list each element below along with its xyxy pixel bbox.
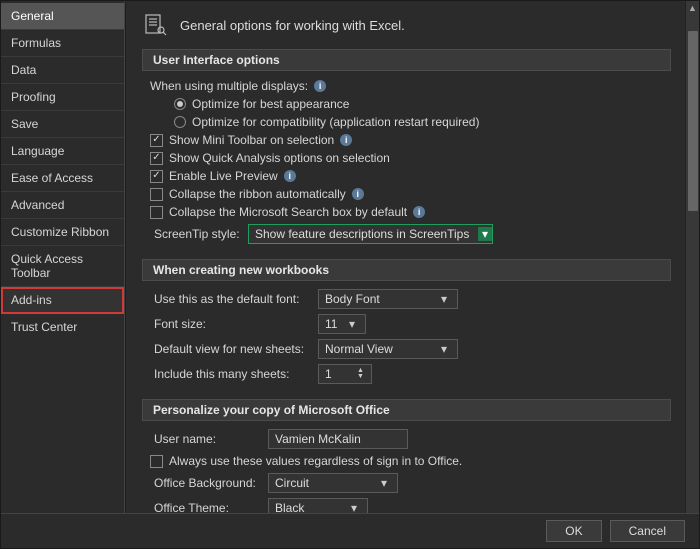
chevron-down-icon: ▾ xyxy=(347,501,361,513)
checkbox-live-preview[interactable] xyxy=(150,170,163,183)
info-icon[interactable] xyxy=(413,206,425,218)
cancel-button[interactable]: Cancel xyxy=(610,520,685,542)
sidebar-item-data[interactable]: Data xyxy=(1,57,124,84)
checkbox-collapse-search-label: Collapse the Microsoft Search box by def… xyxy=(169,205,407,219)
checkbox-quick-analysis-label: Show Quick Analysis options on selection xyxy=(169,151,390,165)
screentip-select[interactable]: Show feature descriptions in ScreenTips▾ xyxy=(248,224,493,244)
checkbox-collapse-search[interactable] xyxy=(150,206,163,219)
font-size-label: Font size: xyxy=(150,317,310,331)
sidebar-item-ease-of-access[interactable]: Ease of Access xyxy=(1,165,124,192)
sheet-count-label: Include this many sheets: xyxy=(150,367,310,381)
chevron-down-icon: ▾ xyxy=(437,342,451,356)
checkbox-live-preview-label: Enable Live Preview xyxy=(169,169,278,183)
sidebar-item-add-ins[interactable]: Add-ins xyxy=(1,287,124,314)
default-font-select[interactable]: Body Font▾ xyxy=(318,289,458,309)
info-icon[interactable] xyxy=(314,80,326,92)
content-pane: General options for working with Excel. … xyxy=(125,1,685,513)
content-scrollbar[interactable]: ▲ xyxy=(685,1,699,513)
ok-button[interactable]: OK xyxy=(546,520,601,542)
office-background-label: Office Background: xyxy=(150,476,260,490)
sidebar-item-customize-ribbon[interactable]: Customize Ribbon xyxy=(1,219,124,246)
sidebar-item-save[interactable]: Save xyxy=(1,111,124,138)
username-input[interactable]: Vamien McKalin xyxy=(268,429,408,449)
checkbox-collapse-ribbon[interactable] xyxy=(150,188,163,201)
radio-best-appearance[interactable] xyxy=(174,98,186,110)
sidebar-item-formulas[interactable]: Formulas xyxy=(1,30,124,57)
sidebar-item-proofing[interactable]: Proofing xyxy=(1,84,124,111)
radio-compatibility-label: Optimize for compatibility (application … xyxy=(192,115,479,129)
office-theme-select[interactable]: Black▾ xyxy=(268,498,368,513)
chevron-down-icon: ▾ xyxy=(437,292,451,306)
section-personal-title: Personalize your copy of Microsoft Offic… xyxy=(142,399,671,421)
info-icon[interactable] xyxy=(340,134,352,146)
checkbox-always-use-values[interactable] xyxy=(150,455,163,468)
screentip-label: ScreenTip style: xyxy=(150,227,240,241)
default-font-label: Use this as the default font: xyxy=(150,292,310,306)
sidebar-item-trust-center[interactable]: Trust Center xyxy=(1,314,124,340)
general-options-icon xyxy=(142,11,170,39)
office-background-select[interactable]: Circuit▾ xyxy=(268,473,398,493)
font-size-select[interactable]: 11▾ xyxy=(318,314,366,334)
checkbox-quick-analysis[interactable] xyxy=(150,152,163,165)
scroll-up-icon[interactable]: ▲ xyxy=(686,1,699,15)
office-theme-label: Office Theme: xyxy=(150,501,260,513)
default-view-select[interactable]: Normal View▾ xyxy=(318,339,458,359)
chevron-down-icon: ▾ xyxy=(345,317,359,331)
dialog-footer: OK Cancel xyxy=(1,514,699,548)
options-dialog: General Formulas Data Proofing Save Lang… xyxy=(0,0,700,549)
checkbox-mini-toolbar[interactable] xyxy=(150,134,163,147)
sidebar-item-language[interactable]: Language xyxy=(1,138,124,165)
chevron-down-icon: ▾ xyxy=(377,476,391,490)
checkbox-always-use-values-label: Always use these values regardless of si… xyxy=(169,454,462,468)
page-title: General options for working with Excel. xyxy=(180,18,405,33)
info-icon[interactable] xyxy=(284,170,296,182)
checkbox-mini-toolbar-label: Show Mini Toolbar on selection xyxy=(169,133,334,147)
checkbox-collapse-ribbon-label: Collapse the ribbon automatically xyxy=(169,187,346,201)
username-label: User name: xyxy=(150,432,260,446)
sidebar-item-quick-access-toolbar[interactable]: Quick Access Toolbar xyxy=(1,246,124,287)
sidebar-item-general[interactable]: General xyxy=(1,3,124,30)
section-ui-title: User Interface options xyxy=(142,49,671,71)
scroll-thumb[interactable] xyxy=(688,31,698,211)
sidebar-item-advanced[interactable]: Advanced xyxy=(1,192,124,219)
section-wb-title: When creating new workbooks xyxy=(142,259,671,281)
chevron-down-icon: ▾ xyxy=(478,227,492,241)
default-view-label: Default view for new sheets: xyxy=(150,342,310,356)
multi-displays-label: When using multiple displays: xyxy=(150,79,308,93)
spinner-arrows-icon[interactable]: ▲▼ xyxy=(357,368,369,380)
sheet-count-spinner[interactable]: 1 ▲▼ xyxy=(318,364,372,384)
radio-best-appearance-label: Optimize for best appearance xyxy=(192,97,349,111)
info-icon[interactable] xyxy=(352,188,364,200)
sidebar: General Formulas Data Proofing Save Lang… xyxy=(1,1,125,513)
radio-compatibility[interactable] xyxy=(174,116,186,128)
